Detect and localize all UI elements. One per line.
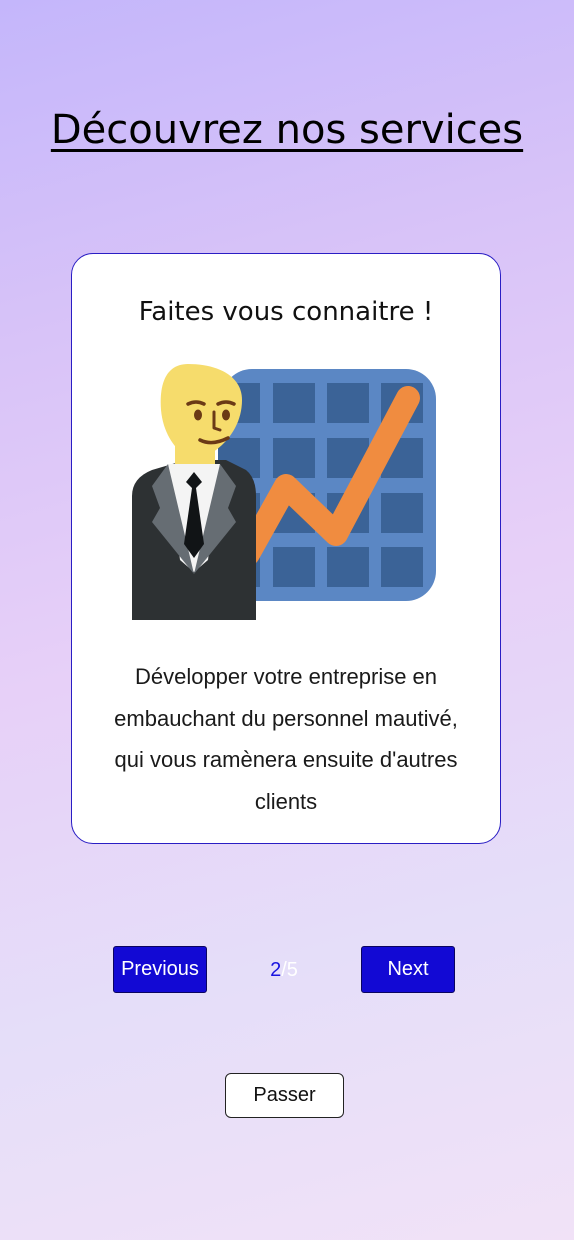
service-card: Faites vous connaitre ! Développer votre…: [71, 253, 501, 844]
page-indicator: 2/5: [236, 957, 332, 983]
skip-button[interactable]: Passer: [225, 1073, 344, 1118]
current-page: 2: [270, 959, 282, 981]
page-title: Découvrez nos services: [50, 107, 524, 153]
businessman-chart-icon: [132, 364, 436, 620]
card-title: Faites vous connaitre !: [138, 297, 434, 327]
total-pages: 5: [286, 959, 298, 981]
next-button[interactable]: Next: [361, 946, 455, 993]
card-description: Développer votre entreprise en embauchan…: [114, 664, 458, 814]
previous-button[interactable]: Previous: [113, 946, 207, 993]
